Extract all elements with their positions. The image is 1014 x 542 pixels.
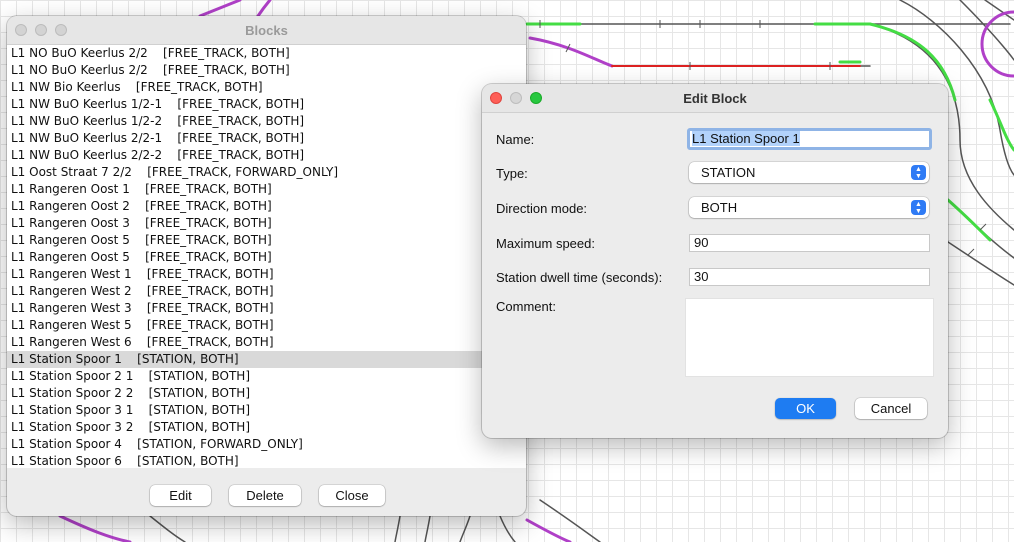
dwell-time-field[interactable]: 30 [689,268,930,286]
edit-block-titlebar[interactable]: Edit Block [482,84,948,113]
comment-label: Comment: [496,299,556,314]
block-list-item[interactable]: L1 NO BuO Keerlus 2/2 [FREE_TRACK, BOTH] [7,45,526,62]
block-list-item[interactable]: L1 Rangeren West 1 [FREE_TRACK, BOTH] [7,266,526,283]
block-list-item[interactable]: L1 NW BuO Keerlus 2/2-1 [FREE_TRACK, BOT… [7,130,526,147]
direction-mode-select-value: BOTH [701,200,738,215]
block-list-item[interactable]: L1 Station Spoor 2 2 [STATION, BOTH] [7,385,526,402]
name-label: Name: [496,132,535,147]
block-list-item[interactable]: L1 NW Bio Keerlus [FREE_TRACK, BOTH] [7,79,526,96]
block-list-item[interactable]: L1 Station Spoor 3 2 [STATION, BOTH] [7,419,526,436]
block-list-item[interactable]: L1 NW BuO Keerlus 2/2-2 [FREE_TRACK, BOT… [7,147,526,164]
block-list[interactable]: L1 NO BuO Keerlus 2/2 [FREE_TRACK, BOTH]… [7,45,526,468]
block-list-item[interactable]: L1 Station Spoor 4 [STATION, FORWARD_ONL… [7,436,526,453]
block-list-item[interactable]: L1 Station Spoor 3 1 [STATION, BOTH] [7,402,526,419]
blocks-window: Blocks L1 NO BuO Keerlus 2/2 [FREE_TRACK… [7,16,526,516]
edit-block-title: Edit Block [683,91,747,106]
blocks-titlebar[interactable]: Blocks [7,16,526,45]
maximum-speed-field[interactable]: 90 [689,234,930,252]
maximum-speed-label: Maximum speed: [496,236,595,251]
cancel-button[interactable]: Cancel [855,398,927,419]
block-list-item[interactable]: L1 Rangeren West 3 [FREE_TRACK, BOTH] [7,300,526,317]
name-field[interactable]: L1 Station Spoor 1 [687,128,932,150]
block-list-item[interactable]: L1 Rangeren West 2 [FREE_TRACK, BOTH] [7,283,526,300]
block-list-item[interactable]: L1 Oost Straat 7 2/2 [FREE_TRACK, FORWAR… [7,164,526,181]
direction-mode-label: Direction mode: [496,201,588,216]
chevron-up-down-icon: ▲ ▼ [911,165,926,180]
ok-button[interactable]: OK [775,398,836,419]
block-list-item[interactable]: L1 Rangeren Oost 3 [FREE_TRACK, BOTH] [7,215,526,232]
block-list-item[interactable]: L1 NW BuO Keerlus 1/2-1 [FREE_TRACK, BOT… [7,96,526,113]
name-field-value: L1 Station Spoor 1 [692,131,800,146]
close-button[interactable]: Close [319,485,385,506]
edit-block-dialog: Edit Block Name: L1 Station Spoor 1 Type… [482,84,948,438]
block-list-item[interactable]: L1 Station Spoor 1 [STATION, BOTH] [7,351,526,368]
block-list-item[interactable]: L1 NW BuO Keerlus 1/2-2 [FREE_TRACK, BOT… [7,113,526,130]
block-list-item[interactable]: L1 Rangeren Oost 5 [FREE_TRACK, BOTH] [7,232,526,249]
direction-mode-select[interactable]: BOTH ▲ ▼ [689,197,929,218]
block-list-item[interactable]: L1 NO BuO Keerlus 2/2 [FREE_TRACK, BOTH] [7,62,526,79]
block-list-item[interactable]: L1 Rangeren West 6 [FREE_TRACK, BOTH] [7,334,526,351]
comment-textarea[interactable] [685,298,934,377]
block-list-item[interactable]: L1 Rangeren West 5 [FREE_TRACK, BOTH] [7,317,526,334]
block-list-item[interactable]: L1 Station Spoor 2 1 [STATION, BOTH] [7,368,526,385]
block-list-item[interactable]: L1 Rangeren Oost 2 [FREE_TRACK, BOTH] [7,198,526,215]
blocks-window-title: Blocks [245,23,288,38]
delete-button[interactable]: Delete [229,485,301,506]
type-select-value: STATION [701,165,756,180]
type-label: Type: [496,166,528,181]
block-list-item[interactable]: L1 Rangeren Oost 5 [FREE_TRACK, BOTH] [7,249,526,266]
type-select[interactable]: STATION ▲ ▼ [689,162,929,183]
block-list-item[interactable]: L1 Rangeren Oost 1 [FREE_TRACK, BOTH] [7,181,526,198]
edit-button[interactable]: Edit [150,485,211,506]
dwell-time-label: Station dwell time (seconds): [496,270,663,285]
chevron-up-down-icon: ▲ ▼ [911,200,926,215]
block-list-item[interactable]: L1 Station Spoor 6 [STATION, BOTH] [7,453,526,468]
